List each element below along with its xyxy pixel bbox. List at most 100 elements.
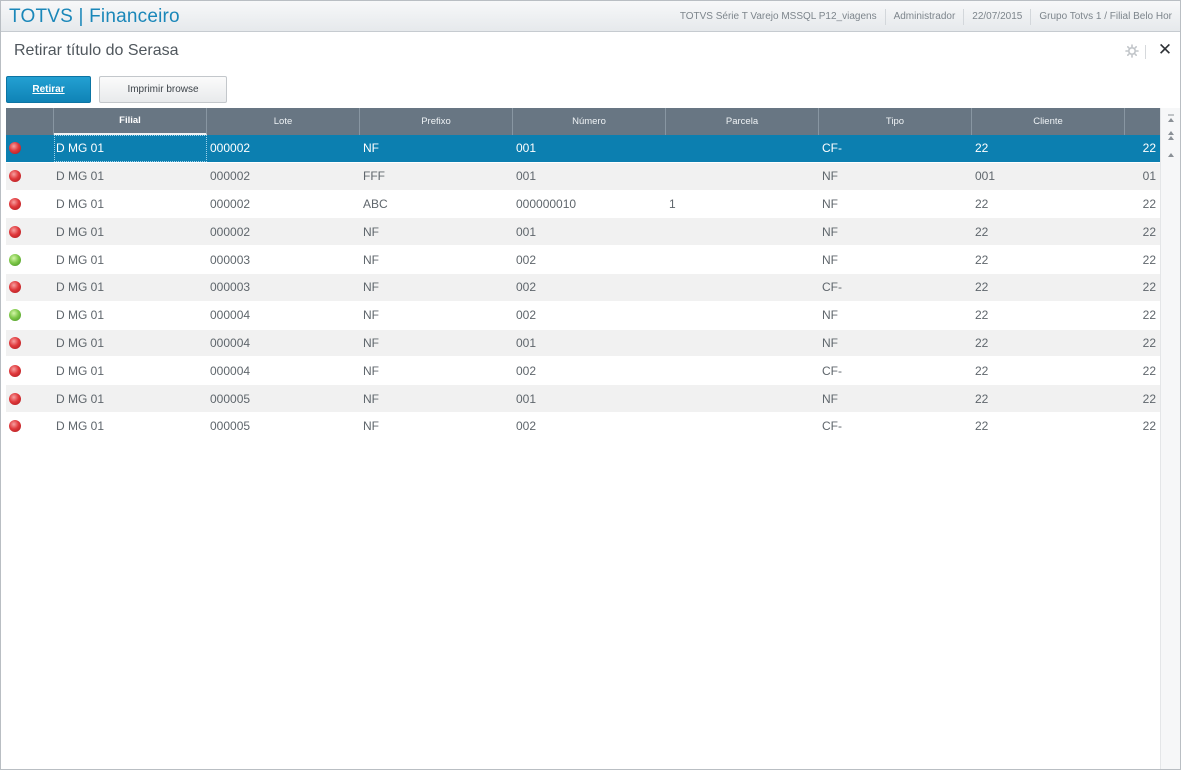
loja-cell: 22 — [1142, 252, 1156, 267]
retirar-button[interactable]: Retirar — [6, 76, 91, 103]
scroll-up-svg — [1168, 153, 1174, 157]
numero-cell: 002 — [516, 363, 537, 378]
tipo-cell: NF — [822, 252, 838, 267]
status-cell — [6, 225, 54, 238]
scroll-top-icon[interactable] — [1164, 112, 1178, 126]
environment-label: TOTVS Série T Varejo MSSQL P12_viagens — [679, 10, 877, 22]
column-header-filial[interactable]: Filial — [54, 108, 207, 135]
cliente-cell: 22 — [975, 224, 989, 239]
table-row[interactable]: D MG 01 000005 NF 002 CF- 22 22 — [6, 412, 1160, 441]
status-red-icon — [9, 170, 21, 183]
prefixo-cell: NF — [363, 391, 379, 406]
lote-cell: 000004 — [210, 308, 251, 323]
column-header-parcela[interactable]: Parcela — [666, 108, 819, 135]
company-label: Grupo Totvs 1 / Filial Belo Hor — [1030, 8, 1180, 25]
scroll-up-icon[interactable] — [1164, 148, 1178, 162]
filial-cell: D MG 01 — [56, 196, 105, 211]
close-icon[interactable]: ✕ — [1157, 41, 1173, 59]
filial-cell: D MG 01 — [56, 252, 105, 267]
column-header-status[interactable] — [6, 108, 54, 135]
filial-cell: D MG 01 — [56, 363, 105, 378]
numero-cell: 001 — [516, 169, 537, 184]
numero-cell: 000000010 — [516, 196, 577, 211]
numero-cell: 001 — [516, 335, 537, 350]
app-brand: TOTVS | Financeiro — [9, 6, 180, 27]
cliente-cell: 22 — [975, 280, 989, 295]
status-cell — [6, 142, 54, 155]
tipo-cell: CF- — [822, 363, 842, 378]
loja-cell: 22 — [1142, 141, 1156, 156]
status-cell — [6, 309, 54, 322]
table-row[interactable]: D MG 01 000004 NF 002 NF 22 22 — [6, 301, 1160, 330]
date-label: 22/07/2015 — [963, 8, 1030, 25]
loja-cell: 22 — [1142, 391, 1156, 406]
numero-cell: 002 — [516, 252, 537, 267]
column-header-loja[interactable] — [1125, 108, 1160, 135]
table-row[interactable]: D MG 01 000004 NF 001 NF 22 22 — [6, 329, 1160, 358]
prefixo-cell: NF — [363, 308, 379, 323]
status-cell — [6, 170, 54, 183]
tipo-cell: NF — [822, 308, 838, 323]
app-window: TOTVS | Financeiro TOTVS Série T Varejo … — [0, 0, 1181, 770]
table-row[interactable]: D MG 01 000002 NF 001 CF- 22 22 — [6, 134, 1160, 163]
status-green-icon — [9, 309, 21, 322]
loja-cell: 22 — [1142, 224, 1156, 239]
prefixo-cell: NF — [363, 335, 379, 350]
status-green-icon — [9, 253, 21, 266]
cliente-cell: 22 — [975, 335, 989, 350]
status-cell — [6, 197, 54, 210]
table-row[interactable]: D MG 01 000004 NF 002 CF- 22 22 — [6, 357, 1160, 386]
table-row[interactable]: D MG 01 000003 NF 002 NF 22 22 — [6, 246, 1160, 274]
cliente-cell: 22 — [975, 391, 989, 406]
filial-cell: D MG 01 — [54, 134, 207, 162]
column-header-numero[interactable]: Número — [513, 108, 666, 135]
vertical-scrollbar[interactable] — [1160, 108, 1180, 769]
lote-cell: 000002 — [210, 224, 251, 239]
title-divider — [1145, 45, 1146, 59]
page-title: Retirar título do Serasa — [14, 42, 179, 59]
status-cell — [6, 364, 54, 377]
cliente-cell: 22 — [975, 252, 989, 267]
tipo-cell: NF — [822, 224, 838, 239]
table-row[interactable]: D MG 01 000002 ABC 000000010 1 NF 22 22 — [6, 190, 1160, 219]
gear-icon-svg — [1125, 44, 1139, 58]
prefixo-cell: NF — [363, 363, 379, 378]
prefixo-cell: NF — [363, 419, 379, 434]
prefixo-cell: ABC — [363, 196, 388, 211]
lote-cell: 000004 — [210, 363, 251, 378]
status-red-icon — [9, 142, 21, 155]
filial-cell: D MG 01 — [56, 308, 105, 323]
parcela-cell: 1 — [669, 196, 676, 211]
tipo-cell: CF- — [822, 419, 842, 434]
table-row[interactable]: D MG 01 000005 NF 001 NF 22 22 — [6, 385, 1160, 413]
session-info: TOTVS Série T Varejo MSSQL P12_viagens A… — [672, 1, 1180, 32]
table-row[interactable]: D MG 01 000002 FFF 001 NF 001 01 — [6, 162, 1160, 191]
retirar-button-label: Retirar — [32, 84, 65, 95]
column-header-lote[interactable]: Lote — [207, 108, 360, 135]
column-header-tipo[interactable]: Tipo — [819, 108, 972, 135]
lote-cell: 000003 — [210, 252, 251, 267]
table-row[interactable]: D MG 01 000002 NF 001 NF 22 22 — [6, 218, 1160, 247]
cliente-cell: 001 — [975, 169, 996, 184]
column-header-prefixo[interactable]: Prefixo — [360, 108, 513, 135]
column-header-cliente[interactable]: Cliente — [972, 108, 1125, 135]
scroll-page-up-icon[interactable] — [1164, 128, 1178, 142]
prefixo-cell: FFF — [363, 169, 385, 184]
numero-cell: 001 — [516, 224, 537, 239]
scroll-top-svg — [1168, 114, 1174, 122]
tipo-cell: NF — [822, 169, 838, 184]
imprimir-browse-button[interactable]: Imprimir browse — [99, 76, 227, 103]
numero-cell: 001 — [516, 141, 537, 156]
lote-cell: 000002 — [210, 141, 251, 156]
status-cell — [6, 420, 54, 433]
status-red-icon — [9, 392, 21, 405]
loja-cell: 22 — [1142, 335, 1156, 350]
filial-cell: D MG 01 — [56, 419, 105, 434]
status-red-icon — [9, 225, 21, 238]
filial-cell: D MG 01 — [56, 224, 105, 239]
gear-icon[interactable] — [1125, 44, 1139, 58]
top-bar: TOTVS | Financeiro TOTVS Série T Varejo … — [1, 1, 1180, 32]
imprimir-browse-button-label: Imprimir browse — [127, 84, 199, 95]
status-red-icon — [9, 197, 21, 210]
table-row[interactable]: D MG 01 000003 NF 002 CF- 22 22 — [6, 273, 1160, 302]
